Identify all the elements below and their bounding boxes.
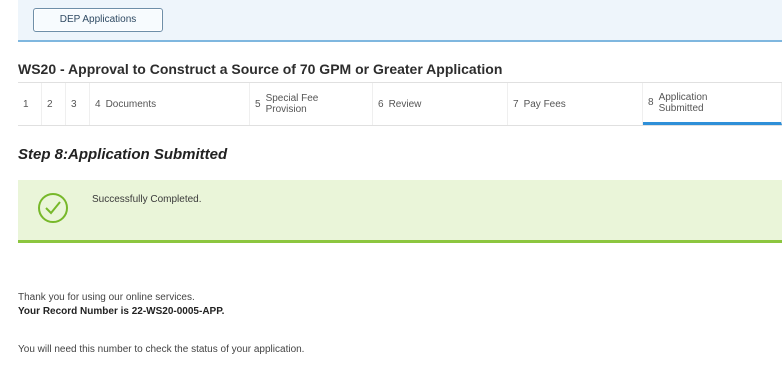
dep-applications-button[interactable]: DEP Applications [33,8,163,32]
step-7-pay-fees[interactable]: 7 Pay Fees [508,83,643,125]
step-1[interactable]: 1 [18,83,42,125]
step-4-documents[interactable]: 4 Documents [90,83,250,125]
record-number-text: Your Record Number is 22-WS20-0005-APP. [18,306,225,317]
top-bar: DEP Applications [18,0,782,42]
step-tracker: 1 2 3 4 Documents 5 Special Fee Provisio… [18,82,782,126]
step-number: 8 [648,97,654,108]
step-number: 6 [378,98,384,110]
step-heading: Step 8:Application Submitted [18,146,228,163]
page-title: WS20 - Approval to Construct a Source of… [18,61,503,77]
status-note: You will need this number to check the s… [18,344,305,355]
success-banner: Successfully Completed. [18,180,782,243]
step-label: Application Submitted [658,91,708,114]
step-label: Documents [105,98,157,110]
step-number: 2 [47,98,53,110]
step-number: 1 [23,98,29,110]
step-6-review[interactable]: 6 Review [373,83,508,125]
step-3[interactable]: 3 [66,83,90,125]
check-circle-icon [38,193,68,223]
step-5-special-fee[interactable]: 5 Special Fee Provision [250,83,373,125]
step-2[interactable]: 2 [42,83,66,125]
step-number: 7 [513,98,519,110]
step-label: Special Fee Provision [265,93,319,115]
step-label: Review [388,98,422,110]
step-label: Pay Fees [523,98,566,110]
step-number: 5 [255,98,261,110]
step-number: 3 [71,98,77,110]
thank-you-text: Thank you for using our online services. [18,292,195,303]
step-number: 4 [95,98,101,110]
success-message: Successfully Completed. [92,194,202,205]
step-8-application-submitted[interactable]: 8 Application Submitted [643,83,782,125]
